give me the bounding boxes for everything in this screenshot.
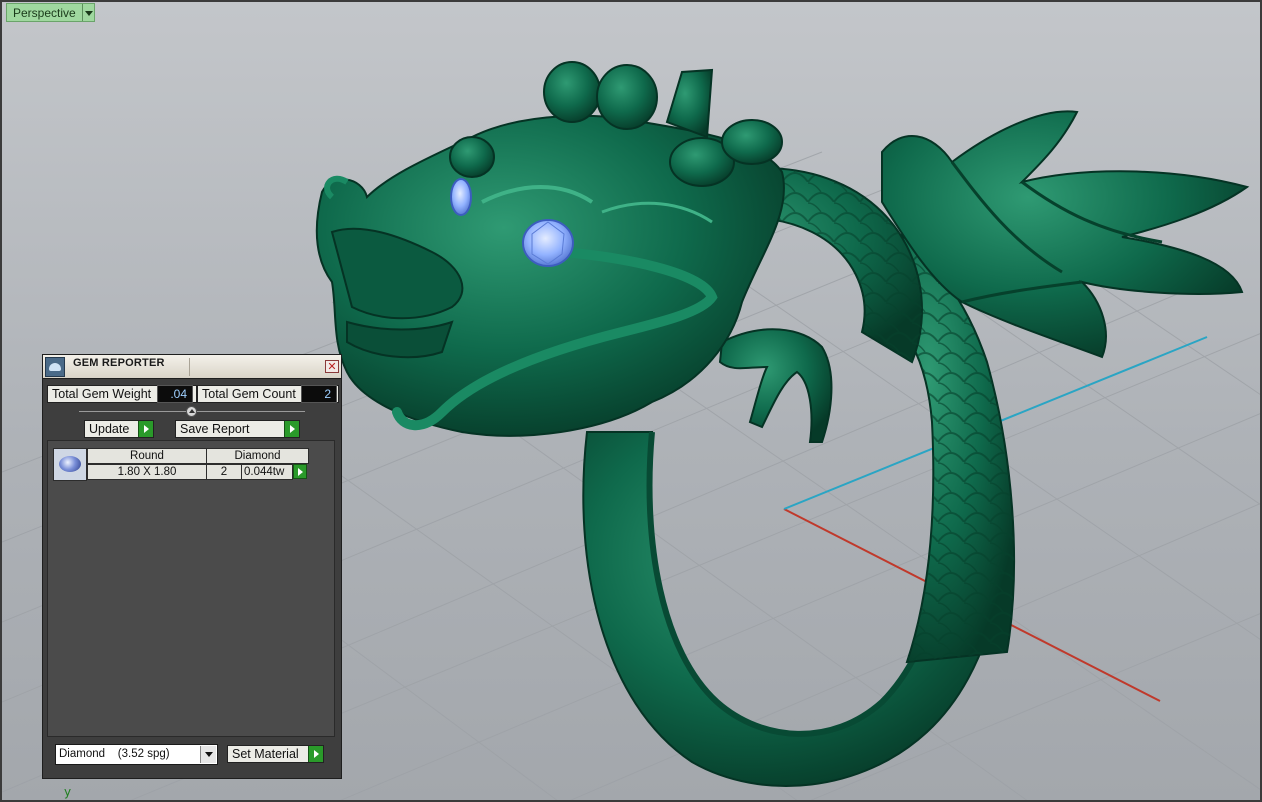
gem-row-expand-arrow-icon[interactable] [293, 464, 307, 479]
save-report-button-label: Save Report [180, 422, 250, 436]
update-button[interactable]: Update [84, 420, 154, 438]
gem-reporter-titlebar[interactable]: GEM REPORTER ✕ [43, 355, 341, 379]
close-icon[interactable]: ✕ [325, 360, 339, 373]
gem-count-cell: 2 [206, 464, 242, 480]
axis-indicator-label: y [64, 785, 72, 799]
gem-list-item[interactable]: Round Diamond 1.80 X 1.80 2 0.044tw [53, 448, 311, 481]
chevron-down-icon[interactable] [200, 746, 216, 763]
save-report-button[interactable]: Save Report [175, 420, 300, 438]
viewport-name: Perspective [13, 6, 76, 20]
gem-shape-header: Round [87, 448, 207, 464]
gem-weight-cell: 0.044tw [241, 464, 293, 480]
gem-reporter-app-icon [45, 357, 65, 377]
gem-size-cell: 1.80 X 1.80 [87, 464, 207, 480]
gem-reporter-panel: GEM REPORTER ✕ Total Gem Weight .04 Tota… [42, 354, 342, 779]
gem-list[interactable]: Round Diamond 1.80 X 1.80 2 0.044tw [47, 440, 335, 737]
total-gem-weight-value: .04 [157, 385, 193, 403]
round-gem-thumbnail-icon [53, 448, 87, 481]
viewport-title-tab[interactable]: Perspective [6, 3, 95, 22]
gem-reporter-title: GEM REPORTER [73, 357, 165, 369]
set-material-button-label: Set Material [232, 747, 299, 761]
panel-splitter-handle[interactable] [186, 406, 197, 417]
gem-eye-left [450, 178, 472, 216]
viewport-menu-dropdown-icon[interactable] [81, 4, 94, 21]
gem-material-header: Diamond [206, 448, 309, 464]
play-arrow-icon [308, 746, 323, 762]
play-arrow-icon [284, 421, 299, 437]
material-select-value: Diamond (3.52 spg) [59, 748, 170, 760]
titlebar-divider [189, 358, 190, 376]
material-select[interactable]: Diamond (3.52 spg) [55, 744, 218, 765]
gem-eye-right [522, 219, 574, 267]
set-material-button[interactable]: Set Material [227, 745, 324, 763]
dragon-claw [718, 328, 833, 443]
update-button-label: Update [89, 422, 130, 436]
play-arrow-icon [138, 421, 153, 437]
total-gem-count-value: 2 [301, 385, 337, 403]
